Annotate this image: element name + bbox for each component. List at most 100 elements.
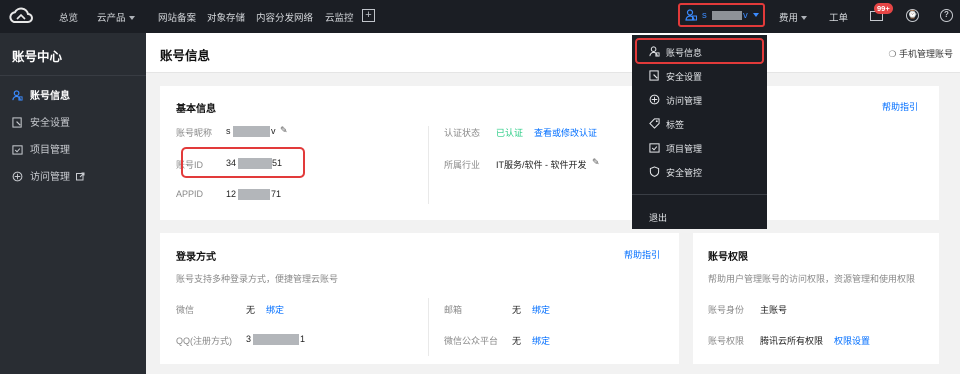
nav-cdn[interactable]: 内容分发网络 (256, 10, 313, 24)
email-value: 无 (512, 305, 522, 315)
external-link-icon (75, 172, 85, 181)
user-menu-button[interactable]: s v (678, 3, 765, 27)
dropdown-item-tags[interactable]: 标签 (632, 112, 767, 136)
email-label: 邮箱 (444, 305, 463, 315)
nickname-suffix: v (271, 126, 276, 136)
dropdown-item-label: 账号信息 (666, 48, 703, 58)
billing-label: 费用 (779, 13, 799, 24)
dropdown-item-account-info[interactable]: 账号信息 (632, 40, 767, 64)
nav-icp[interactable]: 网站备案 (158, 10, 196, 24)
redacted-qq (253, 334, 299, 345)
identity-label: 账号身份 (708, 305, 745, 315)
chevron-down-icon (128, 16, 135, 21)
dropdown-item-projects[interactable]: 项目管理 (632, 136, 767, 160)
industry-value: IT服务/软件 - 软件开发 (496, 160, 587, 170)
permission-settings-link[interactable]: 权限设置 (834, 334, 870, 347)
user-dropdown-menu: 账号信息 安全设置 访问管理 标签 项目管理 安全管控 退出 (632, 35, 767, 229)
message-count-badge: 99+ (874, 3, 893, 14)
tag-icon (649, 118, 660, 129)
clock-icon[interactable]: ⌚ (906, 9, 919, 22)
qq-suffix: 1 (300, 334, 306, 344)
mobile-manage-link[interactable]: ❍ 手机管理账号 (888, 47, 953, 60)
user-icon (649, 46, 660, 57)
add-shortcut-icon[interactable]: + (362, 9, 375, 22)
wechat-bind-link[interactable]: 绑定 (266, 303, 284, 316)
sidebar-item-account-info[interactable]: 账号信息 (12, 87, 70, 103)
column-divider (428, 298, 429, 356)
permission-value: 腾讯云所有权限 (760, 336, 824, 346)
sidebar: 账号中心 账号信息 安全设置 项目管理 访问管理 (0, 33, 146, 374)
sidebar-item-security[interactable]: 安全设置 (12, 114, 70, 130)
page-title: 账号信息 (160, 49, 211, 63)
wechat-label: 微信 (176, 305, 195, 315)
sidebar-title: 账号中心 (12, 50, 63, 64)
auth-status-value: 已认证 (496, 128, 524, 138)
shield-edit-icon (649, 70, 659, 81)
sidebar-item-access[interactable]: 访问管理 (12, 168, 85, 184)
login-description: 账号支持多种登录方式，便捷管理云账号 (176, 274, 339, 284)
dropdown-item-security-control[interactable]: 安全管控 (632, 160, 767, 184)
permission-label: 账号权限 (708, 336, 745, 346)
redacted-nickname (233, 126, 270, 137)
folder-icon (649, 143, 660, 153)
login-methods-title: 登录方式 (176, 252, 216, 263)
qq-label: QQ(注册方式) (176, 336, 232, 346)
folder-icon (12, 145, 23, 155)
qq-prefix: 3 (246, 334, 252, 344)
redacted-appid (238, 189, 270, 200)
wechat-value: 无 (246, 305, 256, 315)
dropdown-item-label: 安全管控 (666, 168, 703, 178)
sidebar-item-label: 项目管理 (30, 145, 70, 156)
appid-suffix: 71 (271, 189, 282, 199)
shield-edit-icon (12, 117, 22, 128)
nav-overview[interactable]: 总览 (59, 10, 78, 24)
redacted-username (712, 11, 742, 20)
logout-button[interactable]: 退出 (632, 205, 767, 229)
billing-menu[interactable]: 费用 (779, 10, 808, 24)
wechat-mp-label: 微信公众平台 (444, 336, 499, 346)
login-help-link[interactable]: 帮助指引 (624, 248, 660, 261)
dropdown-item-label: 标签 (666, 120, 685, 130)
logout-label: 退出 (649, 213, 668, 223)
email-bind-link[interactable]: 绑定 (532, 303, 550, 316)
sidebar-divider (0, 75, 146, 76)
dropdown-divider (632, 194, 767, 195)
nickname-prefix: s (226, 126, 231, 136)
dropdown-item-access[interactable]: 访问管理 (632, 88, 767, 112)
shield-icon (649, 166, 660, 177)
chevron-down-icon (801, 16, 808, 21)
dropdown-item-security[interactable]: 安全设置 (632, 64, 767, 88)
permissions-description: 帮助用户管理账号的访问权限，资源管理和使用权限 (708, 274, 916, 284)
top-navbar: 总览 云产品 网站备案 对象存储 内容分发网络 云监控 + s v 费用 工单 … (0, 0, 960, 33)
user-icon (685, 9, 697, 21)
basic-help-link[interactable]: 帮助指引 (882, 100, 918, 113)
access-icon (649, 94, 660, 105)
user-icon (12, 90, 23, 101)
permissions-title: 账号权限 (708, 252, 748, 263)
identity-value: 主账号 (760, 305, 788, 315)
appid-label: APPID (176, 189, 204, 199)
ticket-link[interactable]: 工单 (829, 10, 848, 24)
page-header: 账号信息 ❍ 手机管理账号 (146, 33, 960, 73)
nav-monitor[interactable]: 云监控 (325, 10, 354, 24)
help-icon[interactable]: ? (940, 9, 953, 22)
nickname-label: 账号昵称 (176, 128, 213, 138)
nav-products[interactable]: 云产品 (97, 10, 135, 24)
wechat-icon: ❍ (888, 49, 897, 59)
edit-industry-icon[interactable]: ✎ (592, 157, 600, 168)
cloud-logo-icon[interactable] (8, 6, 34, 26)
access-icon (12, 171, 23, 182)
auth-modify-link[interactable]: 查看或修改认证 (534, 126, 597, 139)
sidebar-item-label: 安全设置 (30, 118, 70, 129)
account-id-highlight (181, 147, 305, 178)
industry-label: 所属行业 (444, 160, 481, 170)
appid-prefix: 12 (226, 189, 237, 199)
dropdown-item-label: 项目管理 (666, 144, 703, 154)
user-name-prefix: s (702, 10, 707, 21)
wechat-mp-bind-link[interactable]: 绑定 (532, 334, 550, 347)
dropdown-item-label: 访问管理 (666, 96, 703, 106)
sidebar-item-projects[interactable]: 项目管理 (12, 141, 70, 157)
dropdown-item-label: 安全设置 (666, 72, 703, 82)
nav-cos[interactable]: 对象存储 (207, 10, 245, 24)
edit-nickname-icon[interactable]: ✎ (280, 125, 288, 136)
